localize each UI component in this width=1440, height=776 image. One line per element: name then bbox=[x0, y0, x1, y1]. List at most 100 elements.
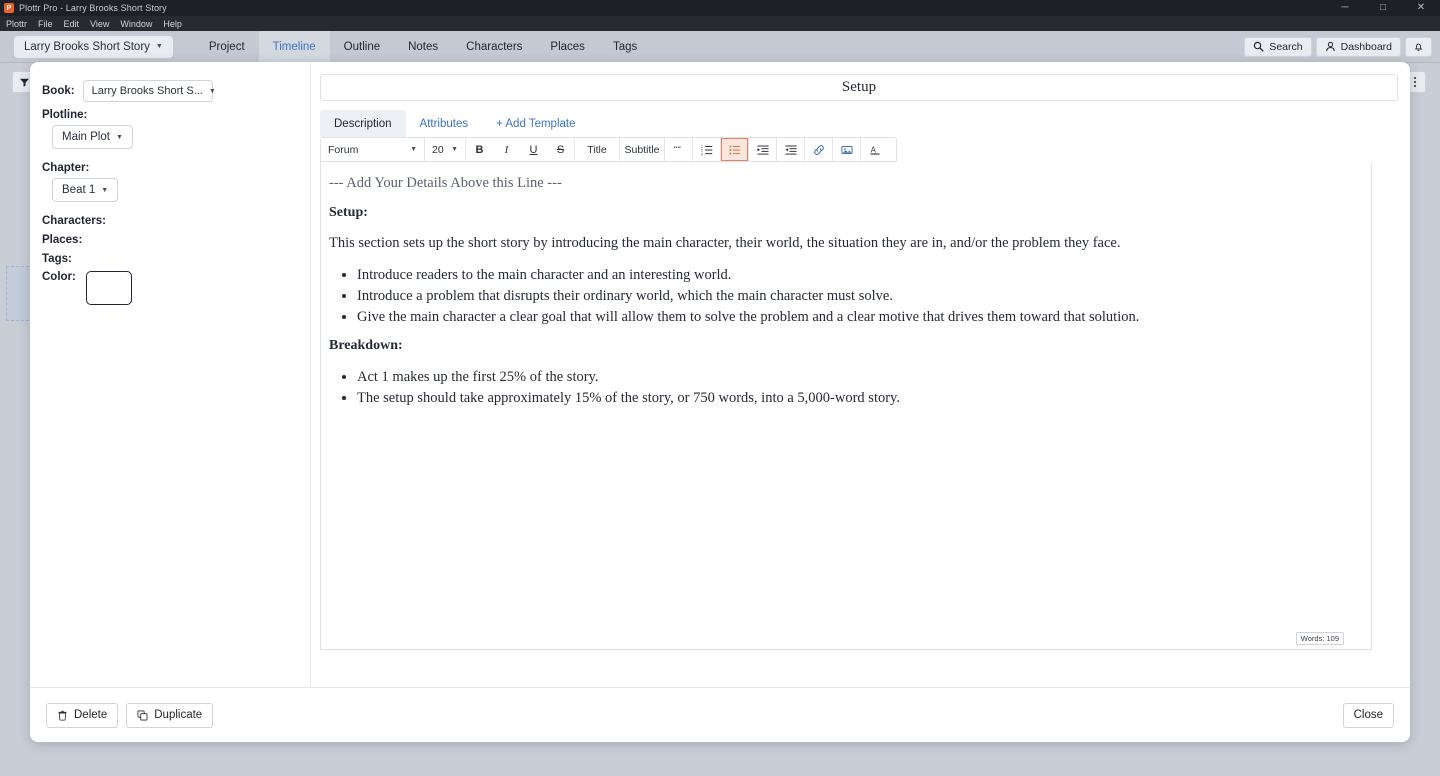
tab-tags[interactable]: Tags bbox=[599, 31, 651, 63]
bell-icon bbox=[1413, 41, 1424, 52]
font-family-value: Forum bbox=[328, 143, 359, 156]
search-button-label: Search bbox=[1269, 40, 1303, 53]
rich-text-editor: Forum ▼ 20 ▼ B I U S Title Subtitle ““ 1… bbox=[320, 137, 1398, 650]
chapter-attribute-row: Chapter: Beat 1 ▼ bbox=[42, 162, 298, 208]
dashboard-button[interactable]: Dashboard bbox=[1315, 36, 1401, 57]
footer-left-actions: Delete Duplicate bbox=[46, 702, 214, 728]
menu-item-view[interactable]: View bbox=[90, 19, 109, 29]
duplicate-icon bbox=[137, 710, 148, 721]
insert-image-button[interactable] bbox=[833, 138, 860, 161]
plotline-select-value: Main Plot bbox=[62, 131, 110, 143]
places-label: Places: bbox=[42, 234, 83, 246]
document-heading-setup: Setup: bbox=[329, 205, 368, 221]
tab-characters[interactable]: Characters bbox=[452, 31, 536, 63]
quote-icon: ““ bbox=[673, 144, 684, 155]
card-title-input[interactable]: Setup bbox=[320, 74, 1398, 101]
delete-button[interactable]: Delete bbox=[46, 702, 119, 728]
indent-icon bbox=[756, 144, 769, 156]
duplicate-button-label: Duplicate bbox=[154, 709, 203, 721]
editor-tab-list: Description Attributes + Add Template bbox=[320, 110, 1398, 137]
tags-attribute-row[interactable]: Tags: bbox=[42, 253, 298, 265]
text-color-button[interactable]: A bbox=[861, 138, 888, 161]
text-color-icon: A bbox=[869, 144, 881, 156]
chevron-down-icon: ▼ bbox=[208, 87, 216, 95]
color-swatch[interactable] bbox=[85, 271, 132, 305]
search-icon bbox=[1253, 41, 1264, 52]
tab-attributes[interactable]: Attributes bbox=[406, 110, 483, 137]
card-editor-pane: Setup Description Attributes + Add Templ… bbox=[320, 74, 1398, 687]
plotline-attribute-row: Plotline: Main Plot ▼ bbox=[42, 109, 298, 155]
link-button[interactable] bbox=[805, 138, 832, 161]
list-item: The setup should take approximately 15% … bbox=[357, 388, 1353, 409]
dashboard-button-label: Dashboard bbox=[1340, 40, 1392, 53]
book-select[interactable]: Larry Brooks Short S... ▼ bbox=[82, 80, 216, 102]
chevron-down-icon: ▼ bbox=[410, 146, 417, 153]
menu-item-edit[interactable]: Edit bbox=[64, 19, 80, 29]
modal-footer: Delete Duplicate Close bbox=[30, 687, 1410, 742]
tab-timeline[interactable]: Timeline bbox=[258, 30, 330, 63]
tab-project[interactable]: Project bbox=[195, 31, 259, 63]
title-style-button[interactable]: Title bbox=[575, 138, 619, 161]
places-attribute-row[interactable]: Places: bbox=[42, 234, 298, 246]
list-item: Introduce readers to the main character … bbox=[357, 265, 1353, 286]
tab-notes[interactable]: Notes bbox=[394, 31, 452, 63]
nav-tab-list: Project Timeline Outline Notes Character… bbox=[195, 30, 651, 63]
outdent-button[interactable] bbox=[777, 138, 804, 161]
italic-button[interactable]: I bbox=[493, 138, 520, 161]
book-selector[interactable]: Larry Brooks Short Story ▼ bbox=[14, 35, 173, 58]
delete-button-label: Delete bbox=[74, 709, 108, 721]
chevron-down-icon: ▼ bbox=[101, 186, 109, 194]
close-window-button[interactable]: ✕ bbox=[1402, 0, 1440, 16]
document-heading-breakdown: Breakdown: bbox=[329, 337, 403, 353]
indent-button[interactable] bbox=[749, 138, 776, 161]
word-count-badge: Words: 109 bbox=[1295, 632, 1344, 645]
card-title-value: Setup bbox=[841, 79, 877, 95]
ordered-list-button[interactable]: 1 2 3 bbox=[693, 138, 720, 161]
underline-button[interactable]: U bbox=[520, 138, 547, 161]
chapter-select[interactable]: Beat 1 ▼ bbox=[52, 178, 119, 202]
characters-attribute-row[interactable]: Characters: bbox=[42, 215, 298, 227]
link-icon bbox=[813, 144, 825, 156]
menu-item-help[interactable]: Help bbox=[163, 19, 182, 29]
document-divider-line: --- Add Your Details Above this Line --- bbox=[329, 175, 562, 191]
font-size-select[interactable]: 20 ▼ bbox=[425, 138, 465, 161]
menu-item-plottr[interactable]: Plottr bbox=[6, 19, 27, 29]
tab-places[interactable]: Places bbox=[536, 31, 599, 63]
menu-item-window[interactable]: Window bbox=[120, 19, 152, 29]
app-nav-bar: Larry Brooks Short Story ▼ Project Timel… bbox=[0, 30, 1440, 63]
subtitle-style-button[interactable]: Subtitle bbox=[620, 138, 664, 161]
minimize-button[interactable]: ─ bbox=[1326, 0, 1364, 16]
bold-button[interactable]: B bbox=[466, 138, 493, 161]
color-attribute-row: Color: bbox=[42, 271, 298, 305]
duplicate-button[interactable]: Duplicate bbox=[126, 702, 214, 728]
user-icon bbox=[1325, 41, 1336, 52]
book-select-value: Larry Brooks Short S... bbox=[91, 85, 203, 97]
notifications-button[interactable] bbox=[1405, 36, 1432, 57]
svg-text:A: A bbox=[870, 145, 876, 154]
plotline-select[interactable]: Main Plot ▼ bbox=[52, 125, 133, 149]
unordered-list-button[interactable] bbox=[721, 138, 748, 161]
unordered-list-icon bbox=[728, 144, 741, 156]
blockquote-button[interactable]: ““ bbox=[665, 138, 692, 161]
close-button[interactable]: Close bbox=[1342, 702, 1394, 728]
maximize-button[interactable]: □ bbox=[1364, 0, 1402, 16]
card-edit-modal: Book: Larry Brooks Short S... ▼ Plotline… bbox=[30, 62, 1410, 742]
chevron-down-icon: ▼ bbox=[451, 146, 458, 153]
strikethrough-glyph: S bbox=[556, 143, 565, 156]
tab-description[interactable]: Description bbox=[320, 110, 406, 137]
vertical-dots-icon-dot bbox=[1414, 77, 1416, 79]
characters-label: Characters: bbox=[42, 215, 106, 227]
menu-item-file[interactable]: File bbox=[38, 19, 53, 29]
filter-icon bbox=[19, 77, 30, 88]
list-item: Give the main character a clear goal tha… bbox=[357, 307, 1353, 328]
tab-outline[interactable]: Outline bbox=[330, 31, 394, 63]
add-template-button[interactable]: + Add Template bbox=[482, 110, 589, 137]
document-body[interactable]: --- Add Your Details Above this Line ---… bbox=[320, 162, 1372, 650]
font-family-select[interactable]: Forum ▼ bbox=[321, 138, 424, 161]
chevron-down-icon: ▼ bbox=[155, 43, 163, 50]
list-item: Act 1 makes up the first 25% of the stor… bbox=[357, 367, 1353, 388]
search-button[interactable]: Search bbox=[1244, 36, 1312, 57]
trash-icon bbox=[57, 710, 68, 721]
book-selector-label: Larry Brooks Short Story bbox=[24, 40, 150, 53]
strikethrough-button[interactable]: S bbox=[547, 138, 574, 161]
